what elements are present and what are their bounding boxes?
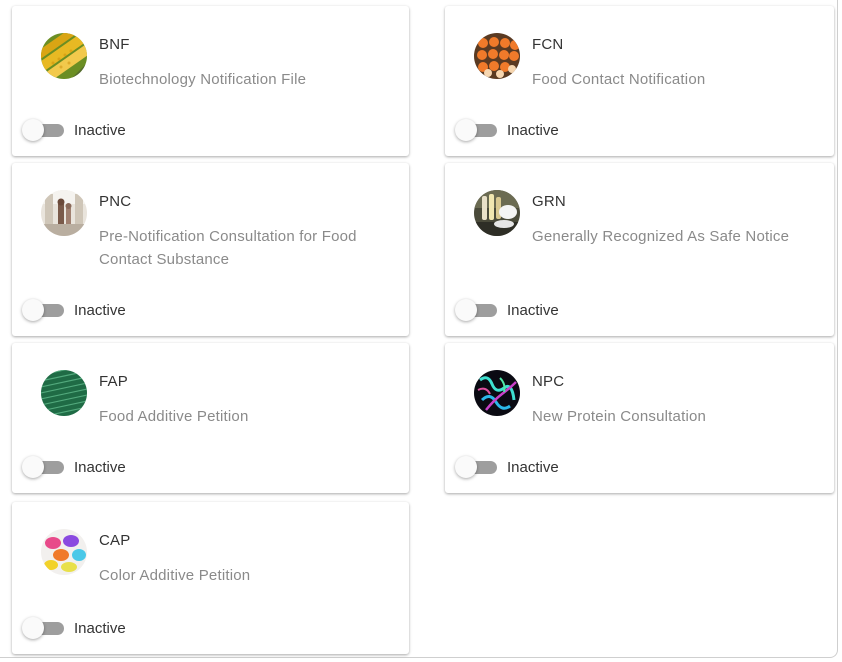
card-title: Food Contact Notification — [532, 71, 706, 88]
status-toggle-row: Inactive — [22, 616, 126, 640]
status-toggle-switch[interactable] — [455, 455, 499, 479]
card-code: BNF — [99, 36, 130, 53]
card-code: GRN — [532, 193, 566, 210]
toggle-thumb[interactable] — [455, 299, 477, 321]
status-toggle-switch[interactable] — [455, 118, 499, 142]
corn-image-icon — [41, 33, 87, 79]
kitchen-image-icon — [41, 190, 87, 236]
status-toggle-row: Inactive — [22, 118, 126, 142]
status-toggle-row: Inactive — [22, 298, 126, 322]
status-label: Inactive — [507, 458, 559, 476]
toggle-thumb[interactable] — [455, 456, 477, 478]
status-toggle-row: Inactive — [455, 118, 559, 142]
status-toggle-row: Inactive — [455, 455, 559, 479]
card-title: Biotechnology Notification File — [99, 71, 307, 88]
status-toggle-switch[interactable] — [22, 118, 66, 142]
status-label: Inactive — [74, 619, 126, 637]
status-label: Inactive — [507, 121, 559, 139]
card-title: Color Additive Petition — [99, 567, 251, 584]
status-label: Inactive — [74, 121, 126, 139]
card-title: Generally Recognized As Safe Notice — [532, 228, 790, 245]
card-code: FCN — [532, 36, 564, 53]
card-fap[interactable]: FAP Food Additive Petition Inactive — [12, 343, 409, 493]
card-grn[interactable]: GRN Generally Recognized As Safe Notice … — [445, 163, 834, 336]
status-label: Inactive — [74, 301, 126, 319]
green-pattern-image-icon — [41, 370, 87, 416]
status-toggle-switch[interactable] — [22, 455, 66, 479]
toggle-thumb[interactable] — [22, 119, 44, 141]
status-label: Inactive — [74, 458, 126, 476]
status-toggle-switch[interactable] — [22, 616, 66, 640]
card-npc[interactable]: NPC New Protein Consultation Inactive — [445, 343, 834, 493]
card-title: New Protein Consultation — [532, 408, 707, 425]
status-toggle-row: Inactive — [22, 455, 126, 479]
card-code: CAP — [99, 532, 131, 549]
card-bnf[interactable]: BNF Biotechnology Notification File Inac… — [12, 6, 409, 156]
toggle-thumb[interactable] — [22, 456, 44, 478]
toggle-thumb[interactable] — [22, 617, 44, 639]
status-toggle-switch[interactable] — [22, 298, 66, 322]
protein-structure-image-icon — [474, 370, 520, 416]
status-toggle-row: Inactive — [455, 298, 559, 322]
card-fcn[interactable]: FCN Food Contact Notification Inactive — [445, 6, 834, 156]
card-cap[interactable]: CAP Color Additive Petition Inactive — [12, 502, 409, 654]
card-code: NPC — [532, 373, 565, 390]
card-code: PNC — [99, 193, 132, 210]
status-toggle-switch[interactable] — [455, 298, 499, 322]
card-title: Pre-Notification Consultation for Food C… — [99, 228, 357, 268]
toggle-thumb[interactable] — [455, 119, 477, 141]
toggle-thumb[interactable] — [22, 299, 44, 321]
lab-tubes-image-icon — [474, 190, 520, 236]
color-powders-image-icon — [41, 529, 87, 575]
card-pnc[interactable]: PNC Pre-Notification Consultation for Fo… — [12, 163, 409, 336]
status-label: Inactive — [507, 301, 559, 319]
eggs-image-icon — [474, 33, 520, 79]
card-title: Food Additive Petition — [99, 408, 249, 425]
card-code: FAP — [99, 373, 128, 390]
